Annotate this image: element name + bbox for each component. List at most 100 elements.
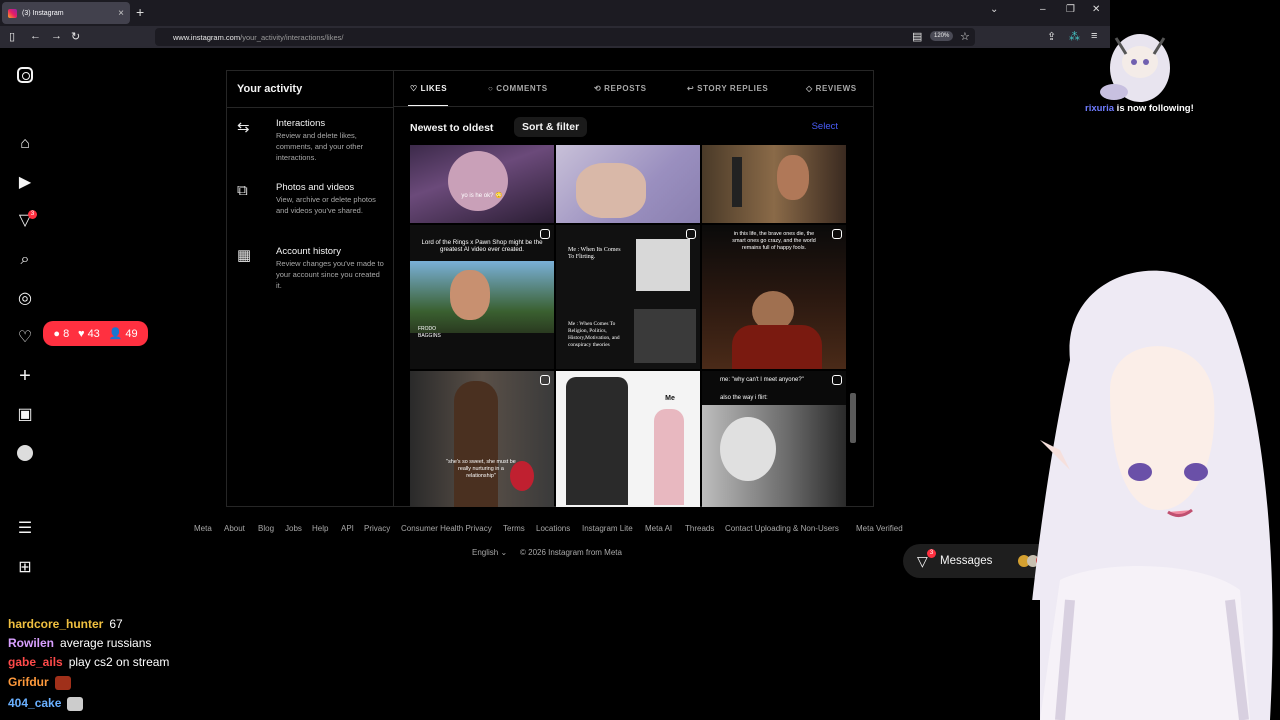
footer-link[interactable]: Meta (194, 524, 212, 533)
activity-tabs: ♡ LIKES ○ COMMENTS ⟲ REPOSTS ↩ STORY REP… (394, 71, 874, 107)
reels-icon[interactable]: ▶ (16, 174, 34, 192)
divider (227, 107, 393, 108)
browser-tab-title: (3) Instagram (22, 9, 64, 17)
language-select[interactable]: English ⌄ (472, 548, 507, 557)
activity-content: ♡ LIKES ○ COMMENTS ⟲ REPOSTS ↩ STORY REP… (394, 71, 874, 507)
sort-row: Newest to oldest Sort & filter Select (410, 117, 860, 137)
activity-item-interactions[interactable]: ⇆ Interactions Review and delete likes, … (237, 118, 387, 164)
stream-chat: hardcore_hunter 67 Rowilen average russian… (0, 600, 1040, 720)
chat-text: 67 (109, 617, 123, 631)
tab-story-replies[interactable]: ↩ STORY REPLIES (687, 84, 768, 93)
post-caption: in this life, the brave ones die, the sm… (732, 231, 816, 251)
chat-message: hardcore_hunter 67 (8, 617, 123, 631)
footer-link[interactable]: Terms (503, 524, 525, 533)
forward-icon[interactable]: → (51, 30, 62, 42)
reel-icon (832, 375, 842, 385)
url-bar[interactable]: www.instagram.com /your_activity/interac… (155, 28, 975, 46)
select-button[interactable]: Select (812, 121, 838, 132)
grid-scroll-thumb[interactable] (850, 393, 856, 443)
chat-message: Grifdur (8, 675, 71, 690)
liked-post[interactable]: yo is he ok? 😳 (410, 145, 554, 223)
grid-scrollbar[interactable] (850, 145, 856, 507)
liked-post[interactable] (556, 145, 700, 223)
messages-badge: 3 (28, 210, 37, 219)
liked-post[interactable]: Me : When Its Comes To Flirting. Me : Wh… (556, 225, 700, 369)
instagram-favicon-icon (8, 8, 17, 18)
tab-reviews[interactable]: ◇ REVIEWS (806, 84, 857, 93)
browser-tab-bar: (3) Instagram × + ⌄ – ❐ ✕ (0, 0, 1110, 26)
messages-count-badge: 3 (927, 549, 936, 558)
sort-filter-button[interactable]: Sort & filter (514, 117, 588, 137)
tab-reposts[interactable]: ⟲ REPOSTS (594, 84, 647, 93)
reload-icon[interactable]: ↻ (71, 30, 80, 43)
footer-link[interactable]: Meta AI (645, 524, 672, 533)
chat-emote-icon (67, 696, 84, 711)
arrows-swap-icon: ⇆ (237, 119, 250, 136)
active-tab-indicator (408, 105, 448, 106)
close-tab-icon[interactable]: × (118, 8, 124, 19)
create-icon[interactable]: + (16, 366, 34, 386)
footer-link[interactable]: Contact Uploading & Non-Users (725, 524, 839, 533)
profile-avatar-icon[interactable] (16, 445, 34, 463)
liked-post[interactable] (702, 145, 846, 223)
vtuber-avatar (1020, 270, 1273, 720)
explore-icon[interactable]: ◎ (16, 290, 34, 308)
new-tab-icon[interactable]: + (136, 4, 144, 20)
footer-link[interactable]: Jobs (285, 524, 302, 533)
extension-icon[interactable]: ⁂ (1069, 30, 1080, 43)
search-icon[interactable]: ⌕ (16, 251, 34, 269)
tab-list-chevron-icon[interactable]: ⌄ (990, 4, 998, 15)
notifications-heart-icon[interactable]: ♡ (16, 329, 34, 347)
footer-link[interactable]: Instagram Lite (582, 524, 633, 533)
notifications-pill[interactable]: ● 8 ♥ 43 👤 49 (43, 321, 148, 346)
liked-post[interactable]: Lord of the Rings x Pawn Shop might be t… (410, 225, 554, 369)
tab-comments[interactable]: ○ COMMENTS (488, 84, 548, 93)
home-icon[interactable]: ⌂ (16, 135, 34, 153)
footer-link[interactable]: Meta Verified (856, 524, 903, 533)
activity-item-photos-videos[interactable]: ⧉ Photos and videos View, archive or del… (237, 182, 387, 228)
activity-item-label: Interactions (276, 118, 326, 129)
sidebar-toggle-icon[interactable]: ▯ (9, 30, 15, 43)
reader-view-icon[interactable]: ▤ (912, 30, 922, 43)
liked-post[interactable]: me: "why can't I meet anyone?" also the … (702, 371, 846, 507)
likes-count: ♥ 43 (77, 327, 100, 340)
also-from-meta-icon[interactable]: ⊞ (16, 559, 34, 577)
extensions-icon[interactable]: ⇪ (1047, 30, 1056, 43)
footer-link[interactable]: API (341, 524, 354, 533)
chat-text: average russians (60, 636, 152, 650)
comments-count: ● 8 (53, 327, 70, 340)
liked-posts-grid: yo is he ok? 😳 Lord of the Rings x Pawn … (410, 145, 847, 507)
activity-item-label: Account history (276, 246, 341, 257)
footer-link[interactable]: About (224, 524, 245, 533)
tab-likes[interactable]: ♡ LIKES (410, 84, 447, 93)
activity-nav: Your activity ⇆ Interactions Review and … (227, 71, 394, 506)
zoom-level[interactable]: 120% (930, 31, 954, 41)
browser-tab[interactable]: (3) Instagram × (2, 2, 130, 24)
chat-username: gabe_ails (8, 655, 63, 669)
more-menu-icon[interactable]: ☰ (16, 520, 34, 538)
post-caption: me: "why can't I meet anyone?" (720, 377, 804, 383)
footer-link[interactable]: Privacy (364, 524, 390, 533)
liked-post[interactable]: Me (556, 371, 700, 507)
post-caption: "she's so sweet, she must be really nurt… (446, 459, 516, 479)
footer-link[interactable]: Help (312, 524, 328, 533)
activity-item-account-history[interactable]: ▦ Account history Review changes you've … (237, 246, 387, 292)
follows-count: 👤 49 (108, 328, 138, 340)
dashboard-icon[interactable]: ▣ (16, 406, 34, 424)
footer-link[interactable]: Blog (258, 524, 274, 533)
footer-link[interactable]: Locations (536, 524, 570, 533)
calendar-icon: ▦ (237, 247, 252, 264)
footer-link[interactable]: Consumer Health Privacy (401, 524, 492, 533)
chat-username: Rowilen (8, 636, 55, 650)
close-window-icon[interactable]: ✕ (1092, 4, 1100, 15)
back-icon[interactable]: ← (30, 30, 41, 42)
instagram-logo-icon[interactable] (16, 66, 34, 84)
minimize-icon[interactable]: – (1040, 4, 1046, 15)
bookmark-star-icon[interactable]: ☆ (960, 30, 970, 43)
messages-label: Messages (940, 555, 993, 567)
restore-icon[interactable]: ❐ (1066, 4, 1075, 15)
post-caption: Lord of the Rings x Pawn Shop might be t… (421, 239, 543, 253)
liked-post[interactable]: "she's so sweet, she must be really nurt… (410, 371, 554, 507)
footer-link[interactable]: Threads (685, 524, 714, 533)
liked-post[interactable]: in this life, the brave ones die, the sm… (702, 225, 846, 369)
